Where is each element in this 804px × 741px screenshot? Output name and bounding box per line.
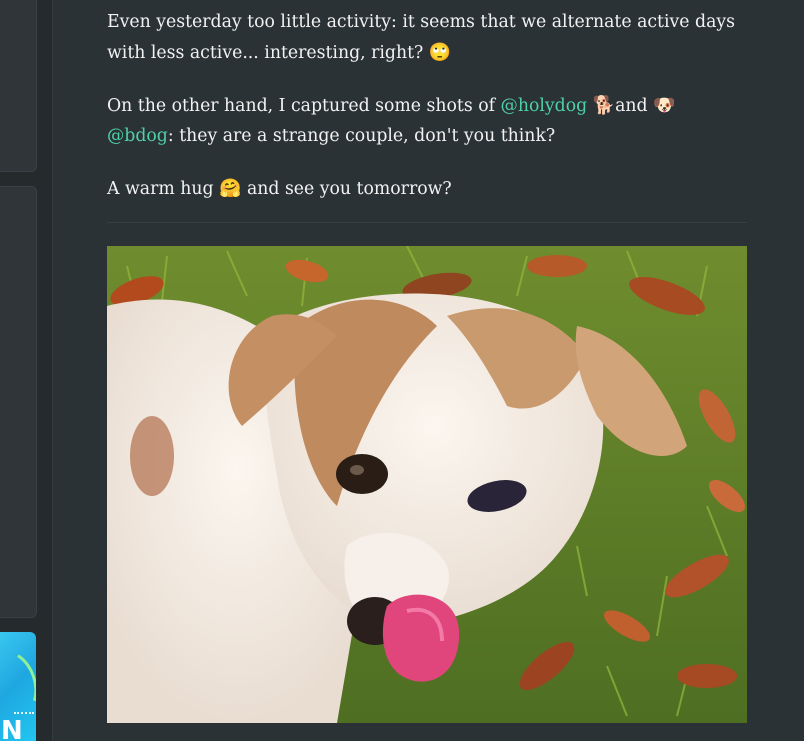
banner-wave-graphic [14, 702, 34, 714]
page: N Even yesterday too little activity: it… [0, 0, 804, 741]
dog-emoji-icon: 🐕 [592, 95, 616, 116]
paragraph-1-text: Even yesterday too little activity: it s… [107, 12, 735, 63]
paragraph-3-text-start: A warm hug [107, 179, 214, 199]
eye-roll-emoji-icon: 🙄 [428, 41, 452, 63]
paragraph-3-text-end: and see you tomorrow? [246, 179, 452, 199]
post-panel: Even yesterday too little activity: it s… [52, 0, 804, 741]
mention-link-holydog[interactable]: @holydog [501, 96, 588, 116]
hugging-face-emoji-icon: 🤗 [219, 178, 242, 199]
post-paragraph-2: On the other hand, I captured some shots… [107, 91, 747, 151]
post-paragraph-3: A warm hug 🤗 and see you tomorrow? [107, 174, 747, 205]
paragraph-2-text-end: : they are a strange couple, don't you t… [167, 125, 556, 146]
banner-letter: N [1, 716, 24, 741]
mention-link-bdog[interactable]: @bdog [107, 126, 168, 146]
dog-face-emoji-icon: 🐶 [653, 95, 676, 116]
sidebar-widget-top [0, 0, 37, 172]
dog-photo-illustration [107, 246, 747, 723]
post-photo-dog[interactable] [107, 246, 747, 723]
content-divider [107, 222, 747, 223]
post-body: Even yesterday too little activity: it s… [107, 8, 747, 228]
sidebar-widget-middle [0, 186, 37, 618]
paragraph-2-text-start: On the other hand, I captured some shots… [107, 96, 496, 116]
paragraph-2-and: and [615, 96, 648, 116]
sidebar-banner-ad[interactable]: N [0, 632, 36, 741]
post-paragraph-1: Even yesterday too little activity: it s… [107, 8, 747, 68]
